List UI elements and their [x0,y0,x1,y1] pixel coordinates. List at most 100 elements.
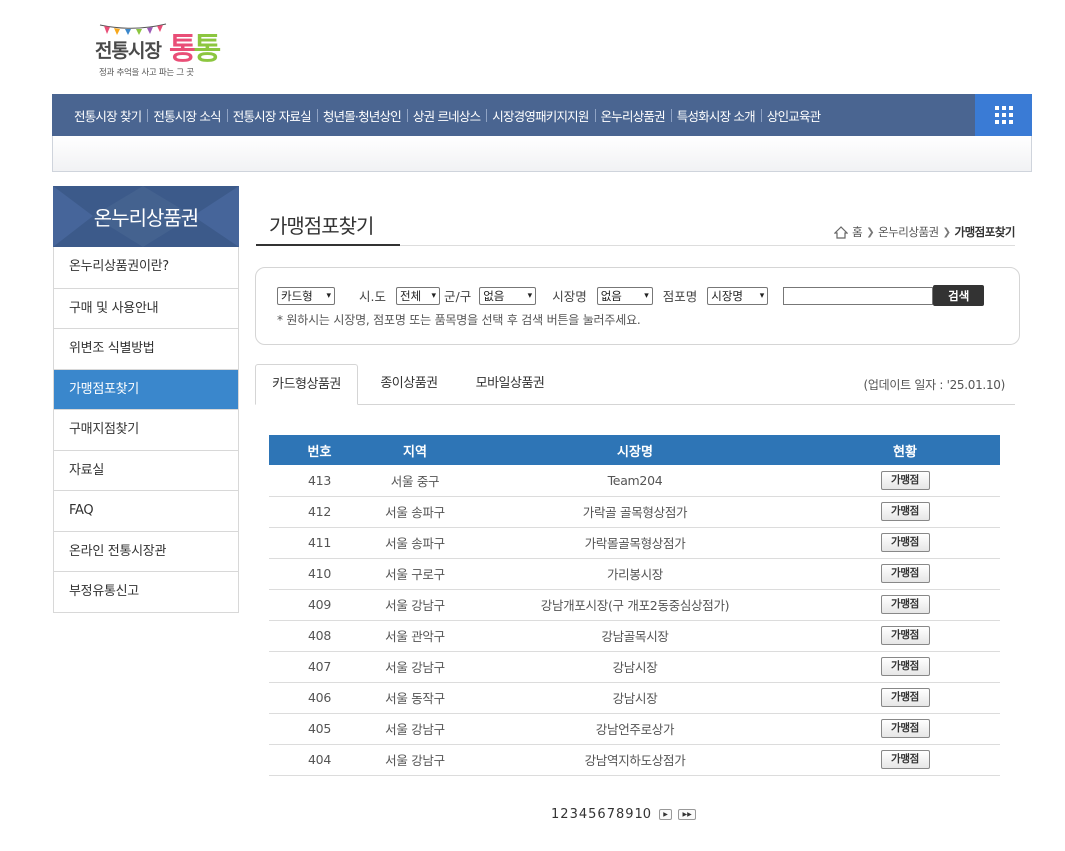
side-nav-item[interactable]: 위변조 식별방법 [54,328,238,369]
breadcrumb: 홈 ❯ 온누리상품권 ❯ 가맹점포찾기 [834,224,1016,240]
last-page-button[interactable]: ▶▶ [678,809,697,820]
page-link[interactable]: 2 [560,807,568,822]
store-list-button[interactable]: 가맹점 [880,719,930,738]
market-select[interactable]: 없음 ▾ [596,286,653,305]
gnb-item[interactable]: 특성화시장 소개 [670,106,761,125]
search-panel: 카드형 ▾ 시.도 전체 ▾ 군/구 없음 ▾ 시장명 없음 ▾ 점포명 시장명 ▾ 검색… [255,267,1020,345]
store-list-button[interactable]: 가맹점 [880,750,930,769]
table-row: 408 서울 관악구 강남골목시장 가맹점 [269,620,1000,652]
breadcrumb-level1[interactable]: 온누리상품권 [878,224,939,240]
breadcrumb-home[interactable]: 홈 [852,224,863,240]
side-nav-item[interactable]: 가맹점포찾기 [54,368,238,409]
side-nav-item[interactable]: FAQ [54,490,238,531]
logo-slogan: 정과 추억을 사고 파는 그 곳 [99,68,194,78]
gungu-label: 군/구 [443,289,472,304]
site-logo[interactable]: 전통시장 통통 정과 추억을 사고 파는 그 곳 [93,22,223,80]
cell-status: 가맹점 [810,713,1000,745]
store-list-button[interactable]: 가맹점 [880,533,930,552]
global-nav: 전통시장 찾기 전통시장 소식 전통시장 자료실 청년몰·청년상인 상권 르네상스 시장경… [52,94,1032,136]
col-no-header: 번호 [269,435,370,465]
cell-market: 강남시장 [460,651,810,683]
cell-status: 가맹점 [810,558,1000,590]
cell-status: 가맹점 [810,682,1000,714]
page-link[interactable]: 4 [579,807,587,822]
market-label: 시장명 [552,289,587,304]
search-button[interactable]: 검색 [933,285,985,306]
page-link[interactable]: 3 [570,807,578,822]
side-nav-item[interactable]: 부정유통신고 [54,571,238,612]
table-row: 405 서울 강남구 강남언주로상가 가맹점 [269,713,1000,745]
cell-region: 서울 송파구 [370,496,460,528]
gnb-item[interactable]: 전통시장 찾기 [68,106,147,125]
type-select[interactable]: 카드형 ▾ [277,286,335,305]
store-table: 번호 지역 시장명 현황 413 서울 중구 Team204 가맹점 412 서울 송파구… [269,435,1000,776]
search-note: * 원하시는 시장명, 점포명 또는 품목명을 선택 후 검색 버튼을 눌러주세… [277,313,641,327]
page-link[interactable]: 8 [616,807,624,822]
gnb-item[interactable]: 온누리상품권 [594,106,671,125]
page-link[interactable]: 6 [597,807,605,822]
store-label: 점포명 [662,289,698,304]
cell-no: 405 [269,713,370,745]
chevron-down-icon: ▾ [759,290,765,301]
gnb-item[interactable]: 청년몰·청년상인 [316,106,407,125]
side-nav-item[interactable]: 자료실 [54,449,238,491]
gnb-item[interactable]: 상권 르네상스 [406,106,486,125]
store-list-button[interactable]: 가맹점 [880,502,930,521]
cell-status: 가맹점 [810,527,1000,559]
page-title: 가맹점포찾기 [256,210,400,246]
cell-status: 가맹점 [810,744,1000,776]
page-link[interactable]: 7 [607,807,615,822]
side-nav-item[interactable]: 구매 및 사용안내 [54,287,238,329]
side-nav-item[interactable]: 온라인 전통시장관 [54,530,238,572]
page-link[interactable]: 10 [635,807,652,822]
sub-menu-bar [52,136,1032,172]
gungu-select[interactable]: 없음 ▾ [479,286,537,305]
page-link[interactable]: 5 [588,807,596,822]
table-row: 406 서울 동작구 강남시장 가맹점 [269,682,1000,714]
page-numbers: 12345678910 [551,807,652,822]
cell-market: 가락몰골목형상점가 [460,527,810,559]
store-list-button[interactable]: 가맹점 [880,595,930,614]
cell-status: 가맹점 [810,620,1000,652]
all-menu-button[interactable] [975,94,1032,136]
store-list-button[interactable]: 가맹점 [880,564,930,583]
store-list-button[interactable]: 가맹점 [880,470,930,490]
cell-region: 서울 송파구 [370,527,460,559]
table-row: 411 서울 송파구 가락몰골목형상점가 가맹점 [269,527,1000,559]
side-nav-item[interactable]: 구매지점찾기 [54,409,238,450]
store-list-button[interactable]: 가맹점 [880,688,930,707]
sido-select[interactable]: 전체 ▾ [395,286,440,305]
side-nav: 온누리상품권 온누리상품권이란? 구매 및 사용안내 위변조 식별방법 가맹점포찾기 구… [53,186,239,613]
tab-paper[interactable]: 종이상품권 [364,364,454,405]
table-row: 413 서울 중구 Team204 가맹점 [269,465,1000,497]
col-region-header: 지역 [370,435,460,465]
home-icon[interactable] [834,225,849,239]
side-nav-item[interactable]: 온누리상품권이란? [54,247,238,288]
chevron-down-icon: ▾ [431,290,436,301]
cell-no: 406 [269,682,370,714]
cell-region: 서울 강남구 [370,744,460,776]
tab-mobile[interactable]: 모바일상품권 [461,364,559,405]
page-link[interactable]: 9 [625,807,633,822]
cell-region: 서울 강남구 [370,651,460,683]
gnb-item[interactable]: 전통시장 소식 [147,106,226,125]
cell-market: 강남역지하도상점가 [460,744,810,776]
store-list-button[interactable]: 가맹점 [880,657,930,676]
store-list-button[interactable]: 가맹점 [880,626,930,645]
sido-label: 시.도 [359,289,386,304]
chevron-right-icon: ❯ [942,226,951,238]
gnb-item[interactable]: 시장경영패키지지원 [486,106,594,125]
search-input[interactable] [783,286,934,305]
col-status-header: 현황 [810,435,1000,465]
cell-status: 가맹점 [810,496,1000,528]
next-page-button[interactable]: ▶ [659,809,673,820]
gnb-item[interactable]: 전통시장 자료실 [226,106,317,125]
cell-region: 서울 구로구 [370,558,460,590]
cell-status: 가맹점 [810,589,1000,621]
col-market-header: 시장명 [460,435,810,465]
store-select[interactable]: 시장명 ▾ [707,286,769,305]
tab-card[interactable]: 카드형상품권 [255,364,358,405]
cell-market: 강남개포시장(구 개포2동중심상점가) [460,589,810,621]
page-link[interactable]: 1 [551,807,559,822]
gnb-item[interactable]: 상인교육관 [760,106,827,125]
